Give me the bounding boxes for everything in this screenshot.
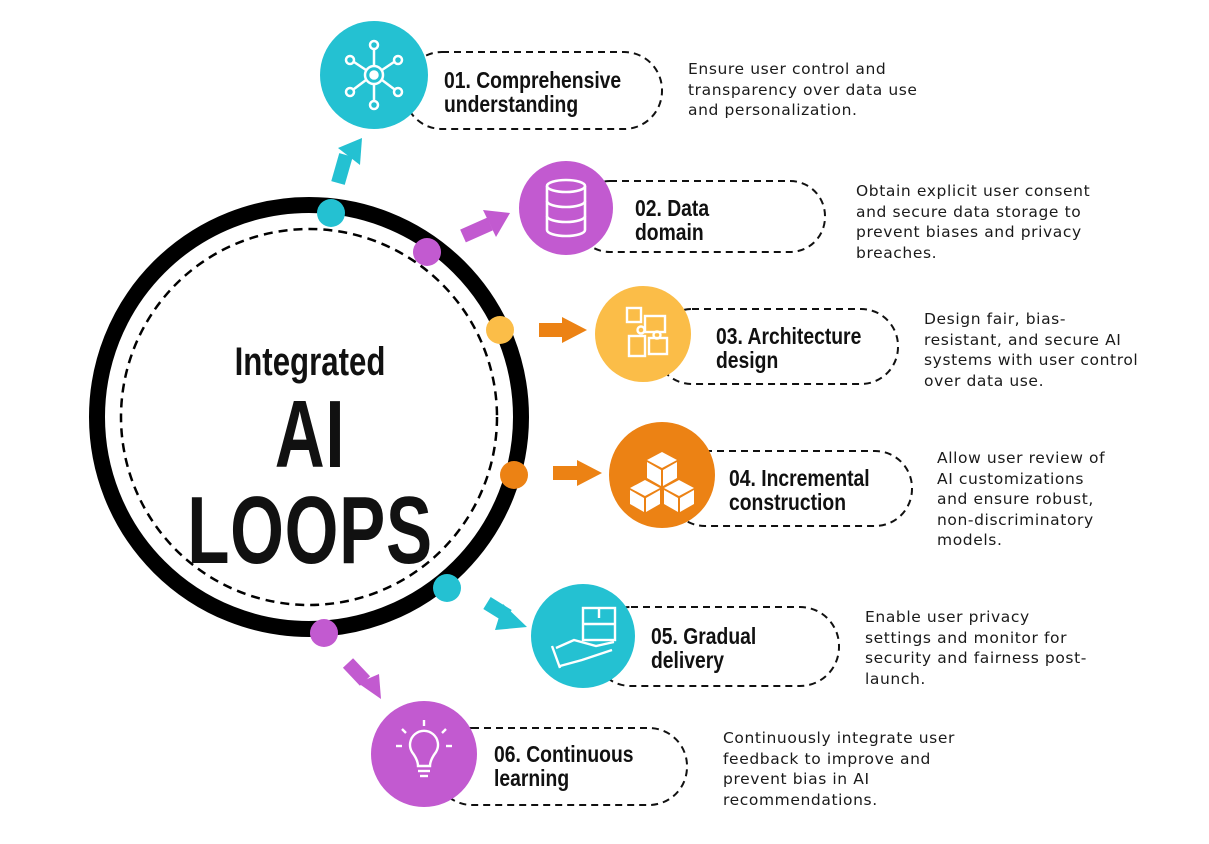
center-title-block: Integrated AI LOOPS: [120, 340, 500, 579]
step-1-title-line-1: 01. Comprehensive: [444, 67, 622, 93]
center-subtitle: Integrated: [234, 340, 386, 384]
step-6-title-line-2: learning: [494, 765, 570, 791]
arrow-5-icon: [483, 597, 527, 630]
arrow-1-icon: [331, 138, 362, 185]
step-3-title-line-2: design: [716, 347, 779, 373]
arrow-2-icon: [460, 210, 510, 243]
step-5-title-line-2: delivery: [651, 647, 725, 673]
ring-dot-6: [310, 619, 338, 647]
step-4-icon-circle: [609, 422, 715, 528]
step-2-description: Obtain explicit user consent and secure …: [856, 182, 1091, 262]
arrow-3-icon: [539, 317, 587, 343]
step-1-description: Ensure user control and transparency ove…: [688, 60, 918, 119]
step-5-title-line-1: 05. Gradual: [651, 623, 757, 649]
step-6-description: Continuously integrate user feedback to …: [723, 729, 955, 809]
step-2-title: 02. Data domain: [635, 196, 709, 244]
step-4-description: Allow user review of AI customizations a…: [937, 449, 1106, 549]
step-3-title-line-1: 03. Architecture: [716, 323, 862, 349]
step-3-description: Design fair, bias- resistant, and secure…: [924, 310, 1139, 390]
arrow-4-icon: [553, 460, 602, 486]
step-4-title: 04. Incremental construction: [729, 466, 870, 514]
center-title: AI LOOPS: [187, 381, 433, 584]
step-1-title-line-2: understanding: [444, 91, 579, 117]
step-2-title-line-2: domain: [635, 219, 704, 245]
step-6-title-line-1: 06. Continuous: [494, 741, 634, 767]
arrow-6-icon: [342, 658, 381, 699]
step-4-title-line-2: construction: [729, 489, 846, 515]
step-6-icon-circle: [371, 701, 477, 807]
step-3-title: 03. Architecture design: [716, 324, 861, 372]
ring-dot-1: [317, 199, 345, 227]
step-2-title-line-1: 02. Data: [635, 195, 710, 221]
step-5-title: 05. Gradual delivery: [651, 624, 756, 672]
ring-dot-4: [500, 461, 528, 489]
step-1-title: 01. Comprehensive understanding: [444, 68, 621, 116]
step-6-title: 06. Continuous learning: [494, 742, 634, 790]
step-5-description: Enable user privacy settings and monitor…: [865, 608, 1087, 688]
ring-dot-2: [413, 238, 441, 266]
step-4-title-line-1: 04. Incremental: [729, 465, 870, 491]
